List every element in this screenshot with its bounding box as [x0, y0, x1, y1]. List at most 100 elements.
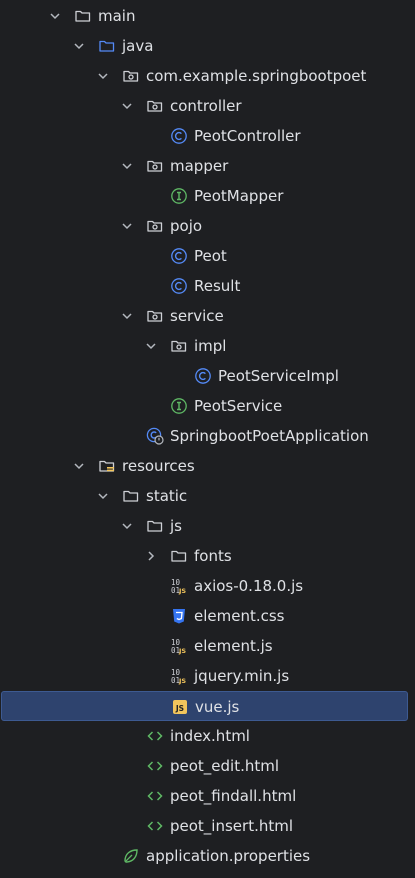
package-icon [146, 217, 164, 235]
tree-item-peotservice[interactable]: PeotService [0, 391, 415, 421]
class-icon [170, 247, 188, 265]
tree-item-peot[interactable]: Peot [0, 241, 415, 271]
tree-item-main[interactable]: main [0, 1, 415, 31]
tree-item-label: js [170, 517, 182, 535]
tree-item-index-html[interactable]: index.html [0, 721, 415, 751]
tree-item-label: application.properties [146, 847, 311, 865]
tree-item-label: jquery.min.js [194, 667, 290, 685]
tree-item-jquery-min-js[interactable]: 10 01 JS jquery.min.js [0, 661, 415, 691]
tree-item-label: PeotService [194, 397, 283, 415]
tree-item-label: controller [170, 97, 242, 115]
tree-item-element-css[interactable]: element.css [0, 601, 415, 631]
tree-item-label: service [170, 307, 224, 325]
tree-item-peot-insert-html[interactable]: peot_insert.html [0, 811, 415, 841]
tree-item-peotmapper[interactable]: PeotMapper [0, 181, 415, 211]
tree-item-label: index.html [170, 727, 250, 745]
package-icon [146, 157, 164, 175]
tree-item-label: main [98, 7, 136, 25]
tree-item-springbootpoetapplication[interactable]: SpringbootPoetApplication [0, 421, 415, 451]
tree-item-label: static [146, 487, 188, 505]
resources-folder-icon [98, 457, 116, 475]
tree-item-service[interactable]: service [0, 301, 415, 331]
tree-item-com-example-springbootpoet[interactable]: com.example.springbootpoet [0, 61, 415, 91]
chevron-down-icon[interactable] [143, 338, 159, 354]
svg-text:JS: JS [175, 704, 184, 713]
minified-js-icon: 10 01 JS [170, 667, 188, 685]
tree-item-label: PeotServiceImpl [218, 367, 339, 385]
tree-item-peotserviceimpl[interactable]: PeotServiceImpl [0, 361, 415, 391]
chevron-down-icon[interactable] [95, 488, 111, 504]
tree-item-label: resources [122, 457, 195, 475]
tree-item-fonts[interactable]: fonts [0, 541, 415, 571]
package-icon [146, 307, 164, 325]
class-icon [170, 127, 188, 145]
tree-item-label: Peot [194, 247, 227, 265]
svg-text:JS: JS [178, 647, 186, 655]
chevron-down-icon[interactable] [119, 308, 135, 324]
folder-icon [122, 487, 140, 505]
tree-item-element-js[interactable]: 10 01 JS element.js [0, 631, 415, 661]
html-icon [146, 727, 164, 745]
tree-item-controller[interactable]: controller [0, 91, 415, 121]
tree-item-mapper[interactable]: mapper [0, 151, 415, 181]
tree-item-java[interactable]: java [0, 31, 415, 61]
tree-item-label: peot_edit.html [170, 757, 280, 775]
svg-text:JS: JS [178, 587, 186, 595]
tree-item-peot-edit-html[interactable]: peot_edit.html [0, 751, 415, 781]
package-icon [170, 337, 188, 355]
chevron-down-icon[interactable] [71, 458, 87, 474]
chevron-down-icon[interactable] [95, 68, 111, 84]
tree-item-label: PeotController [194, 127, 301, 145]
class-icon [194, 367, 212, 385]
minified-js-icon: 10 01 JS [170, 637, 188, 655]
chevron-down-icon[interactable] [119, 218, 135, 234]
chevron-down-icon[interactable] [47, 8, 63, 24]
project-tree: main java com.example.springbootpoet contro… [0, 0, 415, 878]
tree-item-label: impl [194, 337, 227, 355]
tree-item-js[interactable]: js [0, 511, 415, 541]
tree-item-peot-findall-html[interactable]: peot_findall.html [0, 781, 415, 811]
html-icon [146, 817, 164, 835]
folder-icon [146, 517, 164, 535]
tree-item-label: PeotMapper [194, 187, 284, 205]
tree-item-static[interactable]: static [0, 481, 415, 511]
tree-item-label: element.js [194, 637, 273, 655]
chevron-down-icon[interactable] [119, 518, 135, 534]
chevron-down-icon[interactable] [71, 38, 87, 54]
folder-icon [74, 7, 92, 25]
tree-item-application-properties[interactable]: application.properties [0, 841, 415, 871]
package-icon [122, 67, 140, 85]
chevron-down-icon[interactable] [119, 158, 135, 174]
tree-item-result[interactable]: Result [0, 271, 415, 301]
interface-icon [170, 187, 188, 205]
chevron-right-icon[interactable] [143, 548, 159, 564]
tree-item-label: fonts [194, 547, 232, 565]
tree-item-label: com.example.springbootpoet [146, 67, 367, 85]
tree-item-axios-0-18-0-js[interactable]: 10 01 JS axios-0.18.0.js [0, 571, 415, 601]
source-folder-icon [98, 37, 116, 55]
tree-item-label: mapper [170, 157, 229, 175]
js-icon: JS [171, 698, 189, 716]
spring-properties-icon [122, 847, 140, 865]
tree-item-peotcontroller[interactable]: PeotController [0, 121, 415, 151]
tree-item-resources[interactable]: resources [0, 451, 415, 481]
interface-icon [170, 397, 188, 415]
tree-item-impl[interactable]: impl [0, 331, 415, 361]
tree-item-label: axios-0.18.0.js [194, 577, 304, 595]
tree-item-label: peot_insert.html [170, 817, 294, 835]
html-icon [146, 757, 164, 775]
partial-next-row [58, 870, 98, 878]
tree-item-label: pojo [170, 217, 203, 235]
chevron-down-icon[interactable] [119, 98, 135, 114]
package-icon [146, 97, 164, 115]
folder-icon [170, 547, 188, 565]
tree-item-pojo[interactable]: pojo [0, 211, 415, 241]
spring-app-class-icon [146, 427, 164, 445]
tree-item-vue-js[interactable]: JS vue.js [1, 691, 408, 721]
tree-item-label: SpringbootPoetApplication [170, 427, 369, 445]
tree-item-label: peot_findall.html [170, 787, 297, 805]
tree-item-label: Result [194, 277, 241, 295]
class-icon [170, 277, 188, 295]
tree-item-label: java [122, 37, 154, 55]
tree-item-label: vue.js [195, 698, 240, 716]
